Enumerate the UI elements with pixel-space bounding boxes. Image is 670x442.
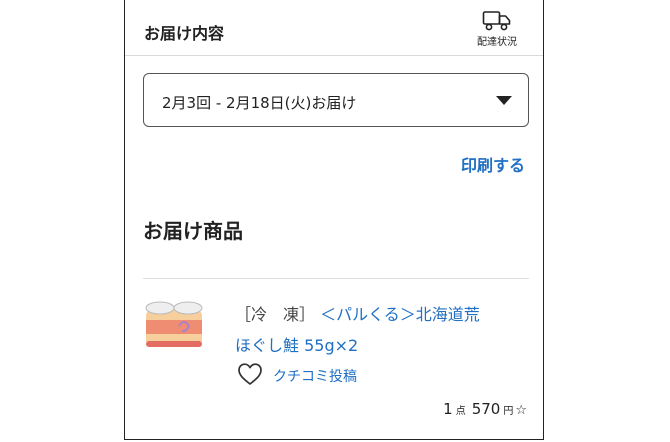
price-row: 1 点 570 円 ☆	[443, 400, 527, 418]
product-image[interactable]	[143, 296, 205, 352]
quantity-unit: 点	[455, 406, 466, 417]
print-link[interactable]: 印刷する	[461, 152, 525, 176]
heart-icon[interactable]	[237, 362, 263, 386]
product-title-link[interactable]: ［冷 凍］ ＜パルくる＞北海道荒 ほぐし鮭 55g×2	[235, 299, 525, 361]
truck-icon	[482, 11, 511, 31]
temperature-label: ［冷 凍］	[235, 305, 316, 324]
price: 570	[471, 400, 501, 418]
product-name-line2: ほぐし鮭 55g×2	[235, 336, 359, 355]
delivery-date-select[interactable]: 2月3回 - 2月18日(火)お届け	[143, 73, 529, 127]
panel-header: お届け内容 配達状況	[125, 0, 543, 56]
divider	[143, 278, 529, 279]
currency-label: 円	[503, 406, 514, 417]
header-title: お届け内容	[144, 24, 225, 43]
review-post-link[interactable]: クチコミ投稿	[273, 366, 357, 386]
delivery-panel: お届け内容 配達状況 2月3回 - 2月18日(火)お届け 印刷する お届け商品…	[124, 0, 544, 440]
quantity: 1	[443, 400, 453, 418]
star-icon: ☆	[515, 403, 527, 418]
delivery-date-value: 2月3回 - 2月18日(火)お届け	[162, 94, 357, 112]
delivery-status-button[interactable]: 配達状況	[473, 10, 521, 48]
section-title: お届け商品	[143, 219, 243, 243]
product-name-line1: ＜パルくる＞北海道荒	[320, 305, 480, 324]
delivery-status-label: 配達状況	[477, 37, 517, 48]
chevron-down-icon	[496, 96, 512, 105]
